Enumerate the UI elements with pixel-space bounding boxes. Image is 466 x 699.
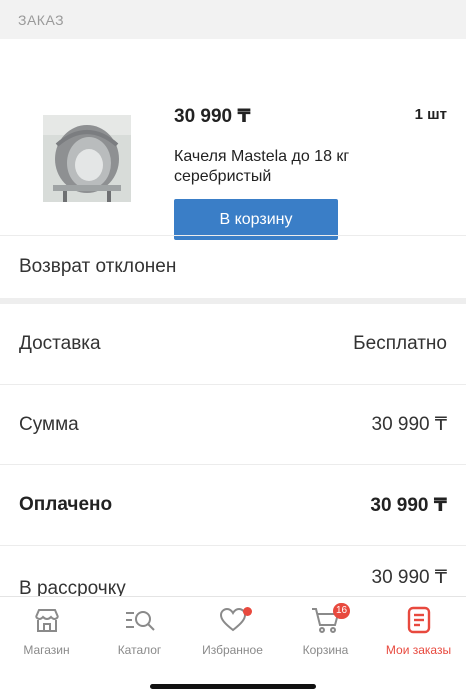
add-to-cart-button[interactable]: В корзину xyxy=(174,199,338,240)
delivery-label: Доставка xyxy=(19,333,101,354)
divider xyxy=(0,545,466,546)
installment-row: В рассрочку 30 990 ₸ xyxy=(0,562,466,599)
delivery-row: Доставка Бесплатно xyxy=(0,304,466,384)
return-status-row: Возврат отклонен xyxy=(0,236,466,298)
bottom-tab-bar: Магазин Каталог Избранное 16 Корзина Мои… xyxy=(0,596,466,699)
sum-row: Сумма 30 990 ₸ xyxy=(0,385,466,464)
sum-label: Сумма xyxy=(19,413,79,435)
paid-value: 30 990 ₸ xyxy=(370,494,447,516)
installment-value: 30 990 ₸ xyxy=(371,567,447,588)
tab-cart[interactable]: 16 Корзина xyxy=(279,603,372,657)
tab-shop[interactable]: Магазин xyxy=(0,605,93,657)
home-indicator xyxy=(150,684,316,689)
product-quantity: 1 шт xyxy=(414,106,447,123)
tab-shop-label: Магазин xyxy=(23,643,70,657)
product-image[interactable] xyxy=(43,115,131,202)
sum-value: 30 990 ₸ xyxy=(371,414,447,435)
heart-icon xyxy=(186,605,279,635)
tab-my-orders-label: Мои заказы xyxy=(385,643,452,657)
shop-icon xyxy=(0,605,93,635)
tab-cart-label: Корзина xyxy=(302,643,349,657)
product-price: 30 990 ₸ xyxy=(174,106,251,127)
section-title: ЗАКАЗ xyxy=(18,12,65,28)
cart-badge: 16 xyxy=(333,603,351,619)
product-card: 30 990 ₸ 1 шт Качеля Mastela до 18 кг се… xyxy=(0,39,466,240)
cart-icon: 16 xyxy=(279,603,372,635)
paid-label: Оплачено xyxy=(19,494,113,515)
favorites-dot xyxy=(243,607,252,616)
orders-icon xyxy=(372,605,465,635)
tab-catalog-label: Каталог xyxy=(117,643,162,657)
tab-favorites[interactable]: Избранное xyxy=(186,605,279,657)
section-header: ЗАКАЗ xyxy=(0,0,466,39)
tab-catalog[interactable]: Каталог xyxy=(93,605,186,657)
catalog-search-icon xyxy=(93,605,186,635)
product-name[interactable]: Качеля Mastela до 18 кг серебристый xyxy=(174,147,414,187)
tab-my-orders[interactable]: Мои заказы xyxy=(372,605,465,657)
return-status-text: Возврат отклонен xyxy=(19,256,177,277)
delivery-value: Бесплатно xyxy=(353,333,447,354)
tab-favorites-label: Избранное xyxy=(202,643,263,657)
paid-row: Оплачено 30 990 ₸ xyxy=(0,465,466,545)
